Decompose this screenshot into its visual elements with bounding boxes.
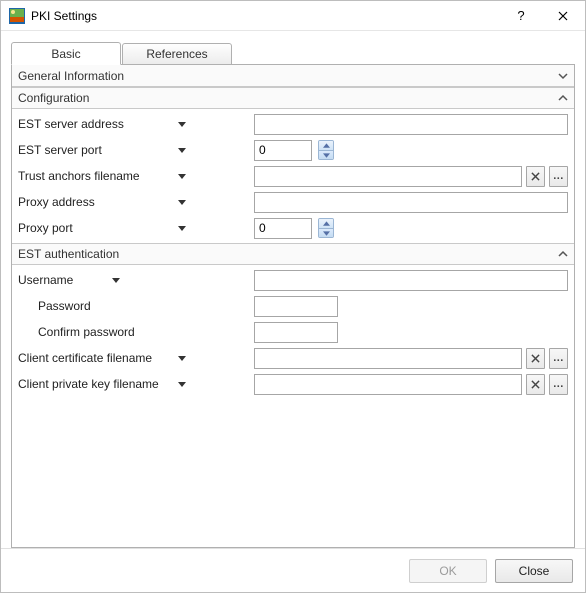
section-body-configuration: EST server address EST server port Trust… <box>12 109 574 243</box>
trust-anchors-filename-input[interactable] <box>254 166 522 187</box>
clear-button[interactable] <box>526 166 545 187</box>
ok-button: OK <box>409 559 487 583</box>
est-server-port-spinner[interactable] <box>318 140 334 160</box>
field-menu-button[interactable] <box>178 120 186 128</box>
client-cert-filename-input[interactable] <box>254 348 522 369</box>
spinner-up-icon[interactable] <box>319 219 333 228</box>
username-input[interactable] <box>254 270 568 291</box>
label-confirm-password: Confirm password <box>18 321 178 343</box>
proxy-port-spinner[interactable] <box>318 218 334 238</box>
section-title: General Information <box>18 69 558 83</box>
window-title: PKI Settings <box>31 9 501 23</box>
chevron-up-icon <box>558 93 568 103</box>
ellipsis-label: ... <box>553 378 564 390</box>
section-body-est-auth: Username Password Confirm password Clien… <box>12 265 574 399</box>
tab-area: Basic References <box>1 31 585 64</box>
tab-label: References <box>146 47 207 61</box>
titlebar: PKI Settings ? <box>1 1 585 31</box>
chevron-up-icon <box>558 249 568 259</box>
panel: General Information Configuration EST se… <box>11 64 575 548</box>
ellipsis-label: ... <box>553 352 564 364</box>
label-proxy-address: Proxy address <box>18 191 178 213</box>
tab-basic[interactable]: Basic <box>11 42 121 65</box>
chevron-down-icon <box>558 71 568 81</box>
section-header-general-info[interactable]: General Information <box>12 65 574 87</box>
clear-button[interactable] <box>526 374 545 395</box>
tab-strip: Basic References <box>11 41 575 64</box>
field-menu-button[interactable] <box>178 146 186 154</box>
close-icon <box>558 11 568 21</box>
field-menu-button[interactable] <box>178 224 186 232</box>
confirm-password-input[interactable] <box>254 322 338 343</box>
label-client-cert-filename: Client certificate filename <box>18 347 178 369</box>
spinner-down-icon[interactable] <box>319 150 333 159</box>
tab-references[interactable]: References <box>122 43 232 65</box>
est-server-address-input[interactable] <box>254 114 568 135</box>
field-menu-button[interactable] <box>178 172 186 180</box>
tab-label: Basic <box>51 47 80 61</box>
spinner-up-icon[interactable] <box>319 141 333 150</box>
clear-button[interactable] <box>526 348 545 369</box>
label-est-server-port: EST server port <box>18 139 178 161</box>
label-proxy-port: Proxy port <box>18 217 178 239</box>
field-menu-button[interactable] <box>178 198 186 206</box>
label-password: Password <box>18 295 178 317</box>
help-button[interactable]: ? <box>501 1 541 31</box>
client-privkey-filename-input[interactable] <box>254 374 522 395</box>
button-label: OK <box>439 564 456 578</box>
window-close-button[interactable] <box>541 1 585 31</box>
browse-button[interactable]: ... <box>549 166 568 187</box>
label-client-privkey-filename: Client private key filename <box>18 373 178 395</box>
footer: OK Close <box>1 548 585 592</box>
section-header-est-auth[interactable]: EST authentication <box>12 243 574 265</box>
label-est-server-address: EST server address <box>18 113 178 135</box>
section-title: EST authentication <box>18 247 558 261</box>
close-button[interactable]: Close <box>495 559 573 583</box>
proxy-address-input[interactable] <box>254 192 568 213</box>
spinner-down-icon[interactable] <box>319 228 333 237</box>
field-menu-button[interactable] <box>178 380 186 388</box>
browse-button[interactable]: ... <box>549 348 568 369</box>
password-input[interactable] <box>254 296 338 317</box>
label-trust-anchors-filename: Trust anchors filename <box>18 165 178 187</box>
section-header-configuration[interactable]: Configuration <box>12 87 574 109</box>
button-label: Close <box>519 564 550 578</box>
proxy-port-input[interactable] <box>254 218 312 239</box>
ellipsis-label: ... <box>553 170 564 182</box>
app-icon <box>9 8 25 24</box>
est-server-port-input[interactable] <box>254 140 312 161</box>
browse-button[interactable]: ... <box>549 374 568 395</box>
field-menu-button[interactable] <box>112 276 120 284</box>
field-menu-button[interactable] <box>178 354 186 362</box>
section-title: Configuration <box>18 91 558 105</box>
